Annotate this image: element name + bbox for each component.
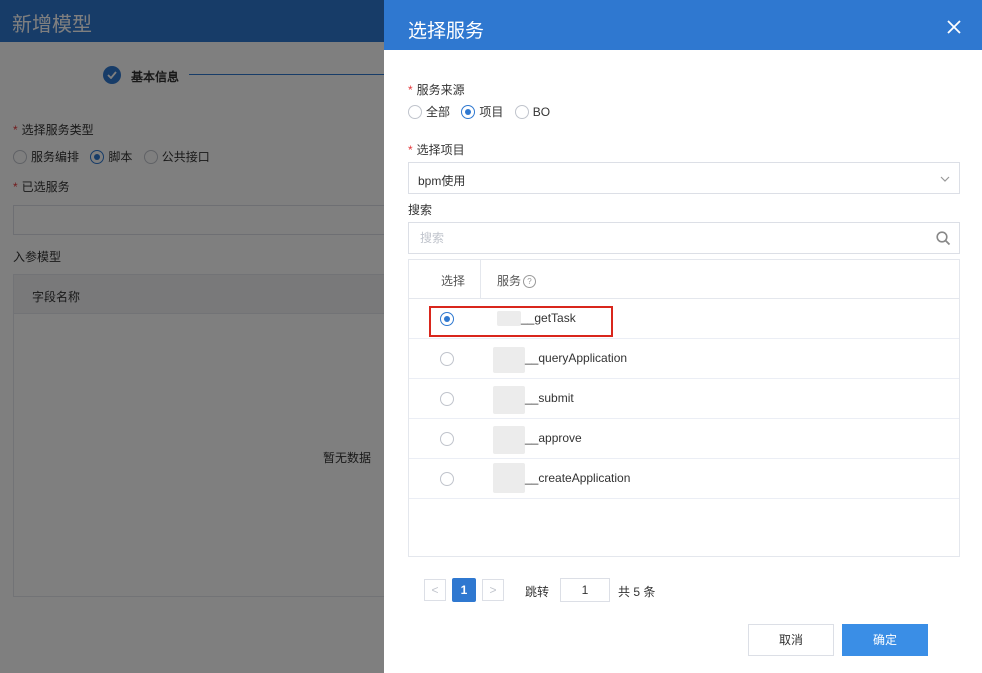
total-count: 共 5 条	[618, 585, 656, 599]
service-name: __submit	[525, 391, 574, 405]
cancel-button[interactable]: 取消	[748, 624, 834, 656]
page-1-button[interactable]: 1	[452, 578, 476, 602]
redacted-prefix	[493, 463, 525, 493]
close-icon[interactable]	[946, 19, 962, 35]
service-source-label: * 服务来源	[408, 83, 465, 97]
project-select-value: bpm使用	[418, 174, 466, 188]
confirm-button[interactable]: 确定	[842, 624, 928, 656]
help-icon[interactable]: ?	[523, 275, 537, 289]
service-name: __createApplication	[525, 471, 631, 485]
drawer-title: 选择服务	[408, 21, 485, 42]
table-row[interactable]: __createApplication	[409, 459, 959, 499]
select-project-label: * 选择项目	[408, 143, 465, 157]
search-icon[interactable]	[936, 231, 951, 249]
column-select: 选择	[441, 274, 466, 288]
jump-label: 跳转	[525, 585, 550, 599]
radio-source-project[interactable]	[461, 104, 476, 119]
row-radio[interactable]	[440, 352, 454, 366]
table-row[interactable]: __approve	[409, 419, 959, 459]
service-name: __approve	[525, 431, 582, 445]
service-name: __queryApplication	[525, 351, 628, 365]
redacted-prefix	[493, 347, 525, 373]
prev-page-button[interactable]: <	[424, 579, 446, 601]
row-radio[interactable]	[440, 432, 454, 446]
table-row[interactable]: __queryApplication	[409, 339, 959, 379]
jump-page-input[interactable]: 1	[560, 578, 610, 602]
service-source-radio-group: 全部 项目 BO	[408, 103, 558, 120]
redacted-prefix	[493, 426, 525, 454]
column-service: 服务?	[497, 272, 537, 289]
row-divider	[409, 498, 959, 499]
column-divider	[480, 260, 481, 299]
search-input[interactable]	[418, 230, 922, 246]
project-select[interactable]: bpm使用	[408, 162, 960, 194]
service-table-header: 选择 服务?	[409, 260, 959, 299]
required-asterisk: *	[408, 83, 413, 97]
required-asterisk: *	[408, 143, 413, 157]
row-radio[interactable]	[440, 392, 454, 406]
search-field	[408, 222, 960, 254]
row-radio[interactable]	[440, 472, 454, 486]
radio-source-bo[interactable]	[514, 104, 529, 119]
next-page-button[interactable]: >	[482, 579, 504, 601]
radio-source-all[interactable]	[408, 104, 422, 119]
redacted-prefix	[493, 386, 525, 414]
highlight-box	[429, 306, 613, 337]
chevron-down-icon	[939, 173, 951, 188]
search-label: 搜索	[408, 203, 433, 217]
table-row[interactable]: __submit	[409, 379, 959, 419]
